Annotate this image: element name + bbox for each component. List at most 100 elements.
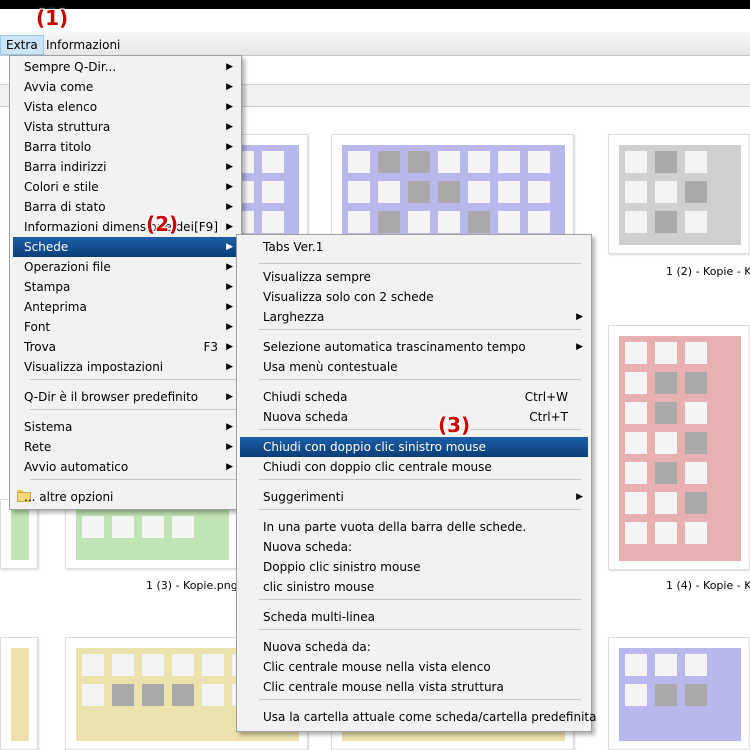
- file-thumbnail[interactable]: [608, 325, 750, 570]
- menu-item-shortcut: F3: [203, 340, 218, 354]
- menu-item-label: Doppio clic sinistro mouse: [263, 560, 421, 574]
- menu-item-label: Barra indirizzi: [24, 160, 107, 174]
- file-caption[interactable]: 1 (2) - Kopie - K: [666, 265, 750, 278]
- menu-item-selezione-automatica-trascinamento-tempo[interactable]: Selezione automatica trascinamento tempo…: [240, 337, 588, 357]
- menu-informazioni[interactable]: Informazioni: [41, 35, 125, 55]
- thumbnail-image: [342, 145, 565, 245]
- menu-item-avvio-automatico[interactable]: Avvio automatico ▶: [13, 457, 238, 477]
- menu-bar: Extra Informazioni: [0, 32, 750, 56]
- extra-menu: Sempre Q-Dir... ▶ Avvia come ▶ Vista elenco ▶…: [9, 55, 242, 510]
- file-thumbnail[interactable]: [608, 134, 750, 254]
- menu-item-schede[interactable]: Schede ▶: [13, 237, 238, 257]
- thumbnail-cell: [82, 654, 104, 676]
- menu-item-vista-elenco[interactable]: Vista elenco ▶: [13, 97, 238, 117]
- menu-item-scheda-multi-linea[interactable]: Scheda multi-linea: [240, 607, 588, 627]
- submenu-arrow-icon: ▶: [226, 462, 233, 472]
- menu-item-usa-la-cartella-attuale-come-scheda-cartella-predefinita[interactable]: Usa la cartella attuale come scheda/cart…: [240, 707, 596, 727]
- thumbnail-cell: [498, 151, 520, 173]
- thumbnail-cell: [438, 151, 460, 173]
- menu-item-operazioni-file[interactable]: Operazioni file ▶: [13, 257, 238, 277]
- menu-item-label: Font: [24, 320, 51, 334]
- file-thumbnail[interactable]: [0, 637, 38, 750]
- submenu-arrow-icon: ▶: [226, 442, 233, 452]
- menu-item-clic-centrale-mouse-nella-vista-struttura[interactable]: Clic centrale mouse nella vista struttur…: [240, 677, 588, 697]
- menu-item-label: Barra titolo: [24, 140, 92, 154]
- thumbnail-cell: [685, 654, 707, 676]
- submenu-arrow-icon: ▶: [226, 62, 233, 72]
- menu-item-sistema[interactable]: Sistema ▶: [13, 417, 238, 437]
- menu-item-label: Vista struttura: [24, 120, 111, 134]
- file-thumbnail[interactable]: [608, 637, 750, 750]
- menu-item-label: Stampa: [24, 280, 71, 294]
- menu-item-informazioni-dimensione-dei[interactable]: Informazioni dimensione dei [F9] ▶: [13, 217, 238, 237]
- menu-item-usa-men-contestuale[interactable]: Usa menù contestuale: [240, 357, 588, 377]
- file-caption[interactable]: 1 (4) - Kopie - K: [666, 579, 750, 592]
- menu-item-tabs-ver-1[interactable]: Tabs Ver.1: [240, 237, 588, 257]
- menu-item-in-una-parte-vuota-della-barra-delle-schede[interactable]: In una parte vuota della barra delle sch…: [240, 517, 588, 537]
- menu-item-sempre-q-dir[interactable]: Sempre Q-Dir... ▶: [13, 57, 238, 77]
- menu-item-label: Selezione automatica trascinamento tempo: [263, 340, 526, 354]
- menu-item-barra-di-stato[interactable]: Barra di stato ▶: [13, 197, 238, 217]
- thumbnail-cell: [378, 211, 400, 233]
- menu-item-nuova-scheda-da[interactable]: Nuova scheda da:: [240, 637, 588, 657]
- thumbnail-cell: [408, 181, 430, 203]
- menu-item-trova[interactable]: Trova F3 ▶: [13, 337, 238, 357]
- menu-item-nuova-scheda[interactable]: Nuova scheda:: [240, 537, 588, 557]
- menu-item-stampa[interactable]: Stampa ▶: [13, 277, 238, 297]
- menu-item-vista-struttura[interactable]: Vista struttura ▶: [13, 117, 238, 137]
- thumbnail-cell: [202, 684, 224, 706]
- menu-item-rete[interactable]: Rete ▶: [13, 437, 238, 457]
- menu-item-barra-titolo[interactable]: Barra titolo ▶: [13, 137, 238, 157]
- menu-item-label: Operazioni file: [24, 260, 111, 274]
- thumbnail-cell: [655, 372, 677, 394]
- submenu-arrow-icon: ▶: [226, 162, 233, 172]
- menu-item-altre-opzioni[interactable]: ... altre opzioni: [13, 487, 238, 507]
- submenu-arrow-icon: ▶: [576, 312, 583, 322]
- annotation-2: (2): [146, 212, 179, 236]
- menu-item-suggerimenti[interactable]: Suggerimenti ▶: [240, 487, 588, 507]
- thumbnail-cell: [378, 151, 400, 173]
- thumbnail-image: [619, 145, 741, 245]
- menu-item-label: Q-Dir è il browser predefinito: [24, 390, 199, 404]
- menu-item-label: clic sinistro mouse: [263, 580, 375, 594]
- menu-item-colori-e-stile[interactable]: Colori e stile ▶: [13, 177, 238, 197]
- menu-item-chiudi-con-doppio-clic-centrale-mouse[interactable]: Chiudi con doppio clic centrale mouse: [240, 457, 588, 477]
- submenu-arrow-icon: ▶: [226, 222, 233, 232]
- thumbnail-cell: [655, 654, 677, 676]
- menu-separator: [259, 699, 581, 700]
- menu-item-avvia-come[interactable]: Avvia come ▶: [13, 77, 238, 97]
- menu-item-visualizza-impostazioni[interactable]: Visualizza impostazioni ▶: [13, 357, 238, 377]
- thumbnail-cell: [685, 462, 707, 484]
- thumbnail-cell: [438, 211, 460, 233]
- menu-item-visualizza-sempre[interactable]: Visualizza sempre: [240, 267, 588, 287]
- menu-item-larghezza[interactable]: Larghezza ▶: [240, 307, 588, 327]
- menu-item-doppio-clic-sinistro-mouse[interactable]: Doppio clic sinistro mouse: [240, 557, 588, 577]
- menu-item-label: Nuova scheda: [263, 410, 349, 424]
- menu-item-label: Nuova scheda da:: [263, 640, 371, 654]
- thumbnail-cell: [685, 402, 707, 424]
- thumbnail-cell: [625, 684, 647, 706]
- thumbnail-cell: [262, 151, 284, 173]
- menu-item-clic-centrale-mouse-nella-vista-elenco[interactable]: Clic centrale mouse nella vista elenco: [240, 657, 588, 677]
- submenu-arrow-icon: ▶: [226, 122, 233, 132]
- menu-item-label: Sempre Q-Dir...: [24, 60, 117, 74]
- menu-item-visualizza-solo-con-2-schede[interactable]: Visualizza solo con 2 schede: [240, 287, 588, 307]
- menu-item-barra-indirizzi[interactable]: Barra indirizzi ▶: [13, 157, 238, 177]
- thumbnail-cell: [625, 342, 647, 364]
- menu-item-q-dir-il-browser-predefinito[interactable]: Q-Dir è il browser predefinito ▶: [13, 387, 238, 407]
- menu-item-nuova-scheda[interactable]: Nuova scheda Ctrl+T: [240, 407, 588, 427]
- menu-item-font[interactable]: Font ▶: [13, 317, 238, 337]
- file-caption[interactable]: 1 (3) - Kopie.png: [146, 579, 238, 592]
- menu-extra[interactable]: Extra: [0, 35, 44, 55]
- menu-separator: [259, 379, 581, 380]
- thumbnail-cell: [262, 211, 284, 233]
- menu-item-chiudi-con-doppio-clic-sinistro-mouse[interactable]: Chiudi con doppio clic sinistro mouse: [240, 437, 588, 457]
- menu-item-chiudi-scheda[interactable]: Chiudi scheda Ctrl+W: [240, 387, 588, 407]
- menu-item-anteprima[interactable]: Anteprima ▶: [13, 297, 238, 317]
- menu-item-label: Clic centrale mouse nella vista struttur…: [263, 680, 504, 694]
- thumbnail-image: [619, 336, 741, 561]
- menu-item-clic-sinistro-mouse[interactable]: clic sinistro mouse: [240, 577, 588, 597]
- menu-item-label: Chiudi scheda: [263, 390, 348, 404]
- thumbnail-cell: [498, 211, 520, 233]
- menu-item-label: Chiudi con doppio clic sinistro mouse: [263, 440, 486, 454]
